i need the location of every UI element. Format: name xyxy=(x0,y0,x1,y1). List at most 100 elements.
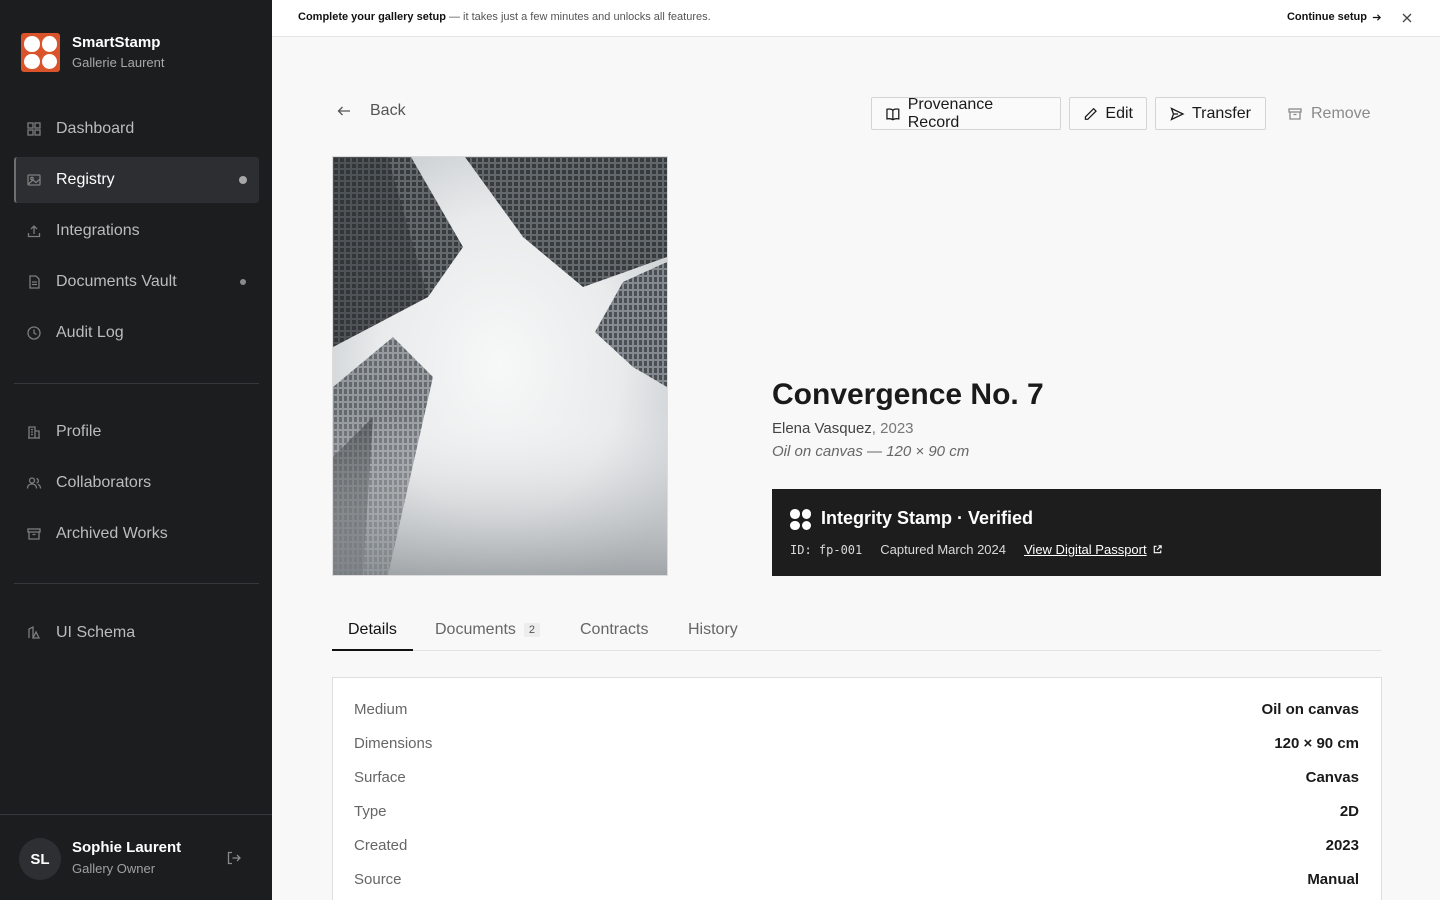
sidebar-item-label: Archived Works xyxy=(56,525,168,542)
detail-row-source: Source Manual xyxy=(354,862,1359,896)
sidebar-item-label: Documents Vault xyxy=(56,273,177,290)
detail-row-dimensions: Dimensions 120 × 90 cm xyxy=(354,726,1359,760)
tab-label: Documents xyxy=(435,621,516,638)
detail-value: 120 × 90 cm xyxy=(1274,734,1359,752)
banner-text: — it takes just a few minutes and unlock… xyxy=(445,11,711,23)
arrow-right-icon xyxy=(1372,13,1382,21)
detail-tabs: Details Documents 2 Contracts History xyxy=(332,610,1381,651)
tab-label: Contracts xyxy=(580,621,649,638)
sidebar-item-dashboard[interactable]: Dashboard xyxy=(14,106,259,152)
stamp-captured-date: Captured March 2024 xyxy=(880,542,1006,557)
sidebar-item-collaborators[interactable]: Collaborators xyxy=(14,460,259,506)
user-name: Sophie Laurent xyxy=(72,839,182,856)
sidebar-divider xyxy=(14,383,259,384)
book-icon xyxy=(886,107,900,120)
continue-setup-label: Continue setup xyxy=(1286,11,1367,23)
detail-row-type: Type 2D xyxy=(354,794,1359,828)
provenance-record-button[interactable]: Provenance Record xyxy=(871,95,1061,131)
detail-label: Surface xyxy=(354,768,406,786)
sidebar-item-archived-works[interactable]: Archived Works xyxy=(14,511,259,557)
sidebar-divider xyxy=(14,583,259,584)
brand-subtitle: Gallerie Laurent xyxy=(72,55,165,70)
sidebar-item-audit-log[interactable]: Audit Log xyxy=(14,310,259,356)
edit-label: Edit xyxy=(1105,104,1133,122)
file-icon xyxy=(26,274,42,290)
remove-button[interactable]: Remove xyxy=(1287,97,1371,130)
detail-value: Canvas xyxy=(1305,768,1359,786)
image-icon xyxy=(26,172,42,188)
artwork-medium-line: Oil on canvas — 120 × 90 cm xyxy=(772,443,970,460)
status-dot xyxy=(239,176,247,184)
external-link-icon xyxy=(1153,545,1162,554)
detail-label: Dimensions xyxy=(354,734,433,752)
upload-icon xyxy=(26,223,42,239)
arrow-left-icon xyxy=(337,106,350,116)
detail-value: Manual xyxy=(1307,870,1359,888)
transfer-button[interactable]: Transfer xyxy=(1155,97,1266,130)
send-icon xyxy=(1170,106,1185,121)
sidebar-item-profile[interactable]: Profile xyxy=(14,409,259,455)
continue-setup-link[interactable]: Continue setup xyxy=(1287,11,1382,23)
detail-row-medium: Medium Oil on canvas xyxy=(354,692,1359,726)
integrity-stamp-card: Integrity Stamp · Verified ID: fp-001 Ca… xyxy=(772,489,1381,576)
artwork-meta: Elena Vasquez, 2023 xyxy=(772,420,914,437)
brand-logo-icon xyxy=(21,33,60,72)
tab-label: Details xyxy=(348,620,397,638)
sidebar-item-label: Registry xyxy=(56,171,115,188)
setup-banner: Complete your gallery setup — it takes j… xyxy=(272,0,1440,37)
sidebar-item-label: UI Schema xyxy=(56,624,136,641)
detail-label: Created xyxy=(354,836,408,854)
stamp-title: Integrity Stamp · Verified xyxy=(821,508,1034,528)
brand-name: SmartStamp xyxy=(72,34,161,51)
building-icon xyxy=(26,424,42,440)
tab-details[interactable]: Details xyxy=(332,610,413,651)
sidebar-item-label: Integrations xyxy=(56,222,140,239)
sidebar-item-label: Profile xyxy=(56,423,102,440)
stamp-id: ID: fp-001 xyxy=(790,542,863,557)
passport-link-label: View Digital Passport xyxy=(1024,542,1147,557)
detail-value: 2D xyxy=(1339,802,1359,820)
archive-icon xyxy=(26,526,42,542)
details-panel: Medium Oil on canvas Dimensions 120 × 90 c… xyxy=(332,677,1382,900)
users-icon xyxy=(26,475,42,491)
brand[interactable]: SmartStamp Gallerie Laurent xyxy=(21,33,165,72)
back-button[interactable]: Back xyxy=(336,102,406,120)
shapes-icon xyxy=(26,625,42,641)
artwork-image[interactable] xyxy=(332,156,668,576)
close-icon[interactable] xyxy=(1400,11,1414,25)
tab-documents[interactable]: Documents 2 xyxy=(419,610,556,650)
user-panel: SL Sophie Laurent Gallery Owner xyxy=(0,814,272,900)
artist-name: Elena Vasquez xyxy=(772,420,872,437)
stamp-logo-icon xyxy=(790,509,811,530)
provenance-record-label: Provenance Record xyxy=(907,95,994,131)
detail-value: Oil on canvas xyxy=(1261,700,1359,718)
artwork-title: Convergence No. 7 xyxy=(772,378,1044,411)
documents-count-badge: 2 xyxy=(523,623,541,637)
detail-row-created: Created 2023 xyxy=(354,828,1359,862)
clock-icon xyxy=(26,325,42,341)
sidebar-item-ui-schema[interactable]: UI Schema xyxy=(14,610,259,656)
status-dot xyxy=(240,279,246,285)
artwork-year: , 2023 xyxy=(871,420,914,437)
sidebar-item-documents-vault[interactable]: Documents Vault xyxy=(14,259,259,305)
view-digital-passport-link[interactable]: View Digital Passport xyxy=(1024,542,1163,557)
detail-label: Source xyxy=(354,870,402,888)
sidebar-item-label: Collaborators xyxy=(56,474,152,491)
tab-history[interactable]: History xyxy=(672,610,754,650)
detail-row-surface: Surface Canvas xyxy=(354,760,1359,794)
remove-label: Remove xyxy=(1311,104,1371,122)
user-role: Gallery Owner xyxy=(72,861,156,876)
tab-label: History xyxy=(688,621,738,638)
edit-button[interactable]: Edit xyxy=(1069,97,1147,130)
avatar[interactable]: SL xyxy=(19,838,61,880)
sidebar-item-registry[interactable]: Registry xyxy=(14,157,259,203)
sidebar-item-integrations[interactable]: Integrations xyxy=(14,208,259,254)
detail-label: Type xyxy=(354,802,387,820)
banner-title: Complete your gallery setup xyxy=(298,11,446,23)
sidebar-item-label: Audit Log xyxy=(56,324,124,341)
archive-icon xyxy=(1288,107,1302,120)
sidebar: SmartStamp Gallerie Laurent Dashboard Re… xyxy=(0,0,272,900)
logout-icon[interactable] xyxy=(226,850,242,866)
tab-contracts[interactable]: Contracts xyxy=(564,610,664,650)
grid-icon xyxy=(26,121,42,137)
